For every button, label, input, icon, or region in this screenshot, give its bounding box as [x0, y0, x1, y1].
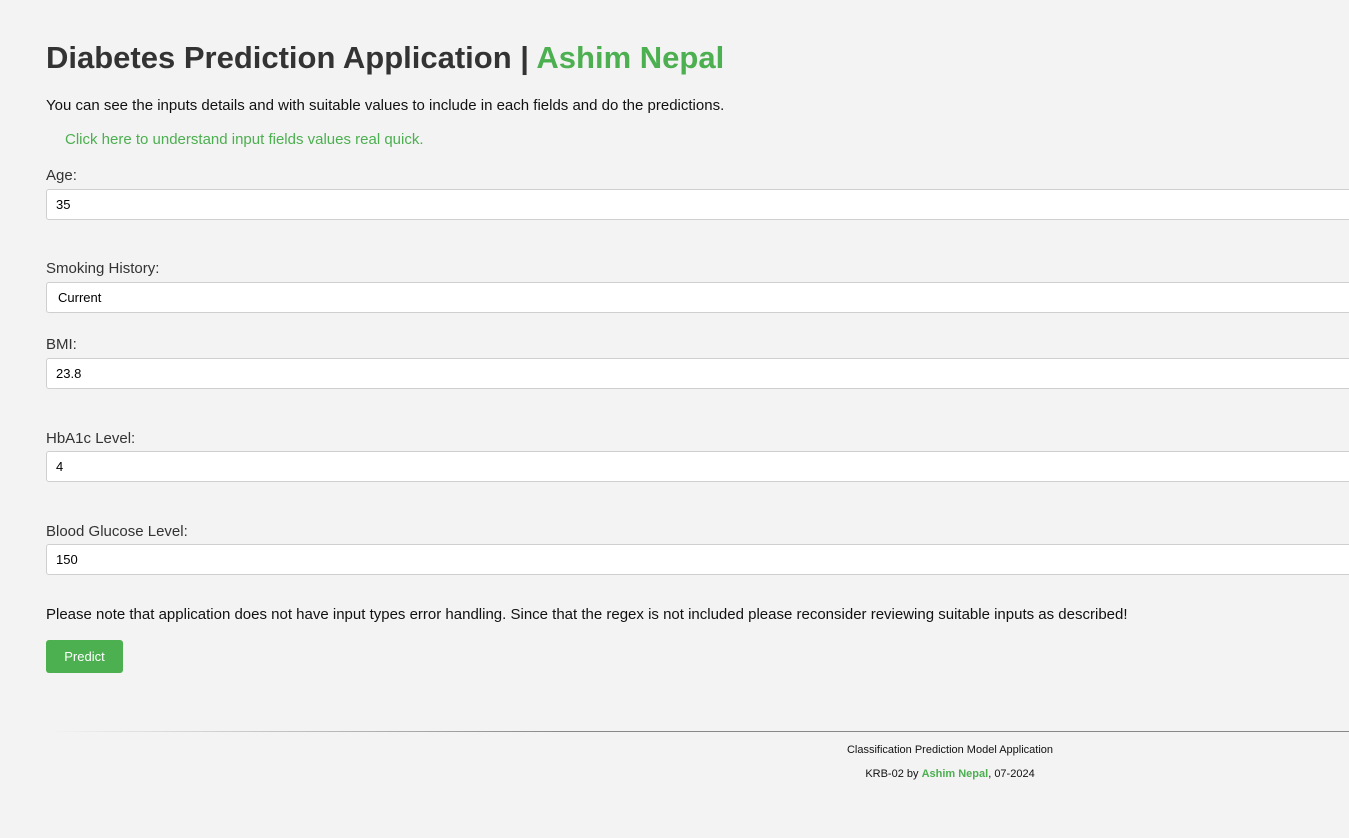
bmi-label: BMI: [46, 336, 77, 353]
page-title: Diabetes Prediction Application | Ashim … [46, 40, 724, 76]
hba1c-label: HbA1c Level: [46, 430, 136, 447]
predict-button[interactable]: Predict [46, 640, 123, 673]
age-input[interactable] [46, 189, 1349, 220]
page-title-author: Ashim Nepal [536, 40, 725, 75]
intro-text: You can see the inputs details and with … [46, 97, 725, 114]
page-title-main: Diabetes Prediction Application | [46, 40, 537, 75]
age-label: Age: [46, 167, 77, 184]
footer-credit-prefix: KRB-02 by [865, 768, 922, 780]
smoking-history-label: Smoking History: [46, 260, 160, 277]
footer-divider [46, 731, 1349, 732]
page: Diabetes Prediction Application | Ashim … [0, 0, 1349, 838]
smoking-history-select[interactable]: Current [46, 282, 1349, 313]
bmi-input[interactable] [46, 358, 1349, 389]
smoking-history-selected-value: Current [58, 290, 102, 305]
validation-note: Please note that application does not ha… [46, 606, 1128, 623]
input-help-link[interactable]: Click here to understand input fields va… [65, 131, 424, 148]
blood-glucose-label: Blood Glucose Level: [46, 523, 188, 540]
footer-credit: KRB-02 by Ashim Nepal, 07-2024 [550, 768, 1349, 780]
footer-app-name: Classification Prediction Model Applicat… [846, 744, 1054, 756]
hba1c-input[interactable] [46, 451, 1349, 482]
footer-credit-suffix: , 07-2024 [988, 768, 1035, 780]
footer-author: Ashim Nepal [921, 768, 989, 780]
blood-glucose-input[interactable] [46, 544, 1349, 575]
